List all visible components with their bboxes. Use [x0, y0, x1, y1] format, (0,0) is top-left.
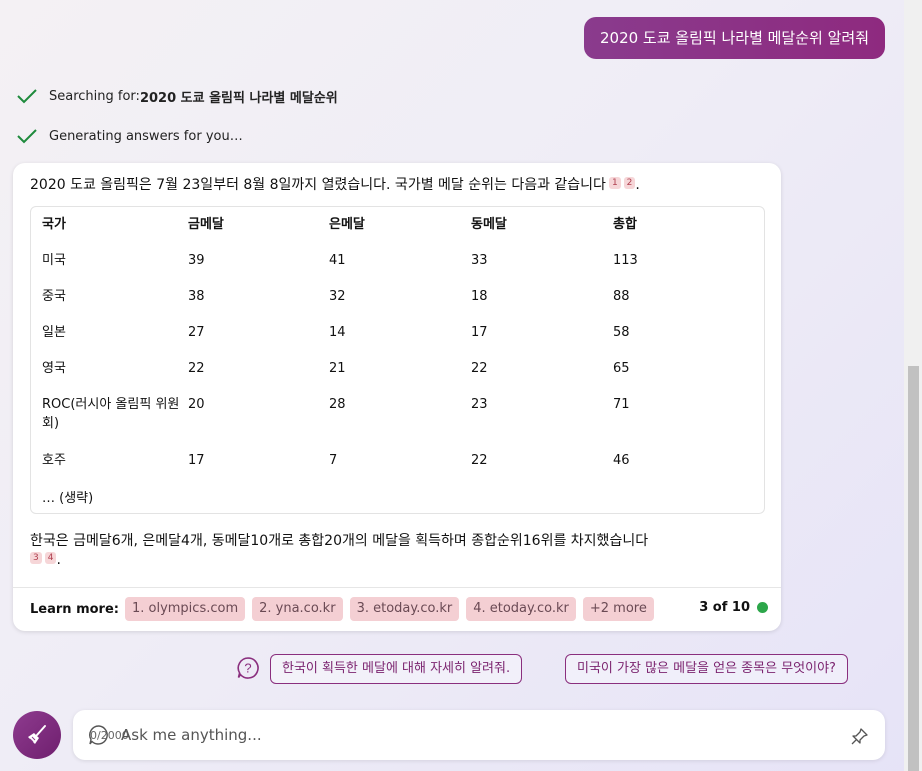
user-message-bubble: 2020 도쿄 올림픽 나라별 메달순위 알려줘 [583, 17, 885, 59]
checkmark-icon [17, 129, 37, 144]
table-cell: 20 [188, 397, 205, 412]
table-cell: 18 [471, 289, 488, 304]
citation-badge[interactable]: 3 [30, 552, 42, 564]
source-link[interactable]: 2. yna.co.kr [252, 597, 343, 621]
more-sources-button[interactable]: +2 more [582, 597, 654, 621]
table-cell: 미국 [42, 253, 66, 268]
new-topic-button[interactable] [13, 711, 61, 759]
header-cell: 은메달 [329, 217, 365, 232]
checkmark-icon [17, 89, 37, 104]
table-cell: 21 [329, 361, 346, 376]
table-cell: 113 [613, 253, 638, 268]
table-cell: 65 [613, 361, 630, 376]
answer-intro-text: 2020 도쿄 올림픽은 7월 23일부터 8월 8일까지 열렸습니다. 국가별… [30, 177, 606, 193]
table-cell: 7 [329, 453, 338, 468]
header-cell: 국가 [42, 217, 66, 232]
table-cell: 88 [613, 289, 630, 304]
answer-intro: 2020 도쿄 올림픽은 7월 23일부터 8월 8일까지 열렸습니다. 국가별… [30, 177, 640, 193]
table-cell: 58 [613, 325, 630, 340]
table-cell: 27 [188, 325, 205, 340]
table-cell: 46 [613, 453, 630, 468]
table-cell: 32 [329, 289, 346, 304]
broom-icon [28, 725, 46, 744]
table-cell: ROC(러시아 올림픽 위원회) [42, 397, 180, 431]
learn-more-label: Learn more: [30, 601, 119, 617]
header-cell: 동메달 [471, 217, 507, 232]
table-cell: 23 [471, 397, 488, 412]
table-cell: 28 [329, 397, 346, 412]
medal-table: 국가 금메달 은메달 동메달 총합 미국 39 41 33 113 중국 38 … [30, 206, 765, 514]
table-cell: 중국 [42, 289, 66, 304]
table-cell: 호주 [42, 453, 66, 468]
table-cell: 39 [188, 253, 205, 268]
table-cell: 33 [471, 253, 488, 268]
table-cell: 17 [188, 453, 205, 468]
answer-card: 2020 도쿄 올림픽은 7월 23일부터 8월 8일까지 열렸습니다. 국가별… [13, 163, 781, 631]
chat-input-box: 0/2000 [73, 710, 885, 760]
scrollbar[interactable] [904, 0, 922, 771]
chat-input[interactable] [121, 722, 821, 748]
generating-status: Generating answers for you… [15, 124, 243, 148]
svg-text:?: ? [244, 661, 251, 676]
turn-count-text: 3 of 10 [699, 600, 750, 615]
header-cell: 총합 [613, 217, 637, 232]
table-cell: 22 [471, 453, 488, 468]
source-link[interactable]: 3. etoday.co.kr [349, 597, 460, 621]
searching-prefix: Searching for: [49, 88, 140, 104]
table-cell: 일본 [42, 325, 66, 340]
table-omitted-note: … (생략) [42, 491, 94, 506]
korea-summary: 한국은 금메달6개, 은메달4개, 동메달10개로 총합20개의 메달을 획득하… [30, 533, 649, 568]
citation-badge[interactable]: 1 [608, 177, 621, 189]
scrollbar-thumb[interactable] [908, 366, 919, 771]
searching-status: Searching for: 2020 도쿄 올림픽 나라별 메달순위 [15, 84, 338, 108]
source-link[interactable]: 1. olympics.com [124, 597, 246, 621]
question-bubble-icon: ? [237, 657, 259, 679]
pin-icon[interactable] [849, 727, 869, 747]
header-cell: 금메달 [188, 217, 224, 232]
generating-text: Generating answers for you… [49, 128, 243, 144]
table-cell: 71 [613, 397, 630, 412]
table-cell: 22 [471, 361, 488, 376]
searching-query: 2020 도쿄 올림픽 나라별 메달순위 [139, 90, 338, 106]
source-link[interactable]: 4. etoday.co.kr [466, 597, 576, 621]
table-cell: 영국 [42, 361, 66, 376]
citation-badge[interactable]: 2 [623, 177, 636, 189]
turn-counter: 3 of 10 [699, 600, 768, 615]
citation-badge[interactable]: 4 [44, 552, 57, 564]
suggestion-button[interactable]: 미국이 가장 많은 메달을 얻은 종목은 무엇이야? [565, 654, 848, 684]
status-dot-icon [757, 602, 768, 613]
table-cell: 22 [188, 361, 205, 376]
learn-more-bar: Learn more: 1. olympics.com 2. yna.co.kr… [30, 597, 661, 621]
korea-summary-text: 한국은 금메달6개, 은메달4개, 동메달10개로 총합20개의 메달을 획득하… [30, 533, 649, 549]
table-cell: 38 [188, 289, 205, 304]
table-cell: 17 [471, 325, 488, 340]
table-cell: 14 [329, 325, 346, 340]
table-cell: 41 [329, 253, 346, 268]
suggestion-button[interactable]: 한국이 획득한 메달에 대해 자세히 알려줘. [270, 654, 523, 684]
divider [13, 587, 781, 588]
